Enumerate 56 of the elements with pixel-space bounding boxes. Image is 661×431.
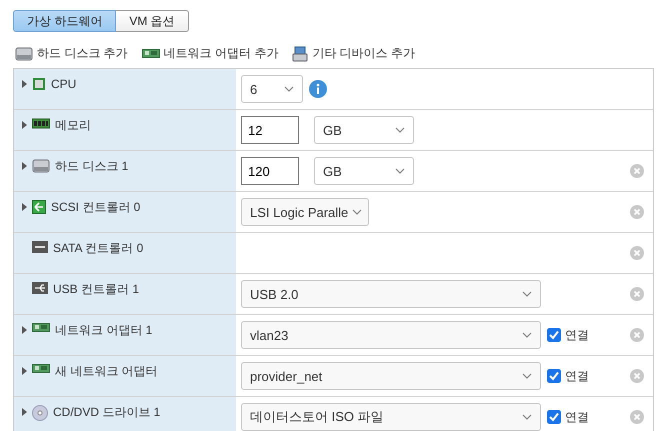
chevron-icon [522,332,532,338]
expand-arrow-icon[interactable] [22,121,27,129]
device-label: 네트워크 어댑터 1 [55,322,152,338]
chevron-icon [284,86,294,92]
device-label: CD/DVD 드라이브 1 [53,404,160,420]
dropdown[interactable]: GB [314,157,414,185]
chevron-icon [395,127,405,133]
dropdown[interactable]: vlan23 [241,321,541,349]
sata-icon [32,241,48,253]
tab[interactable]: 가상 하드웨어 [13,10,116,32]
add-device-button[interactable]: 하드 디스크 추가 [15,45,128,62]
number-field[interactable]: 120 [241,157,299,185]
nic-icon [32,323,50,333]
cpu-icon [32,77,46,91]
nic-icon [32,364,50,374]
device-label: CPU [51,76,76,92]
chevron-icon [395,168,405,174]
expand-arrow-icon[interactable] [22,367,27,375]
dropdown[interactable]: 6 [241,75,303,103]
dropdown[interactable]: 데이터스토어 ISO 파일 [241,403,541,431]
chevron-icon [522,291,532,297]
scsi-icon [32,200,46,214]
device-icon [292,46,308,62]
checkbox[interactable] [547,328,561,342]
checkbox-label: 연결 [565,326,589,344]
dropdown[interactable]: LSI Logic Paralle [241,198,369,226]
device-label: SCSI 컨트롤러 0 [51,199,140,215]
expand-arrow-icon[interactable] [22,203,27,211]
expand-arrow-icon[interactable] [22,326,27,334]
checkbox[interactable] [547,410,561,424]
number-field[interactable]: 12 [241,116,299,144]
add-device-button[interactable]: 기타 디바이스 추가 [292,45,416,62]
add-device-button[interactable]: 네트워크 어댑터 추가 [142,45,278,62]
nic-icon [142,48,160,58]
device-label: 새 네트워크 어댑터 [55,363,158,379]
device-label: SATA 컨트롤러 0 [53,240,144,256]
dropdown[interactable]: USB 2.0 [241,280,541,308]
device-label: 하드 디스크 1 [55,158,128,174]
info-icon[interactable] [309,80,327,98]
device-label: 메모리 [55,117,91,133]
usb-icon [32,282,48,294]
dropdown[interactable]: provider_net [241,362,541,390]
cdrom-icon [32,405,48,421]
device-label: USB 컨트롤러 1 [53,281,140,297]
dropdown[interactable]: GB [314,116,414,144]
chevron-icon [522,373,532,379]
expand-arrow-icon[interactable] [22,408,27,416]
checkbox-label: 연결 [565,368,589,384]
tab[interactable]: VM 옵션 [116,10,189,32]
checkbox-label: 연결 [565,408,589,426]
memory-icon [32,118,50,130]
expand-arrow-icon[interactable] [22,162,27,170]
checkbox[interactable] [547,369,561,383]
chevron-icon [522,414,532,420]
expand-arrow-icon[interactable] [22,80,27,88]
chevron-icon [352,209,362,215]
